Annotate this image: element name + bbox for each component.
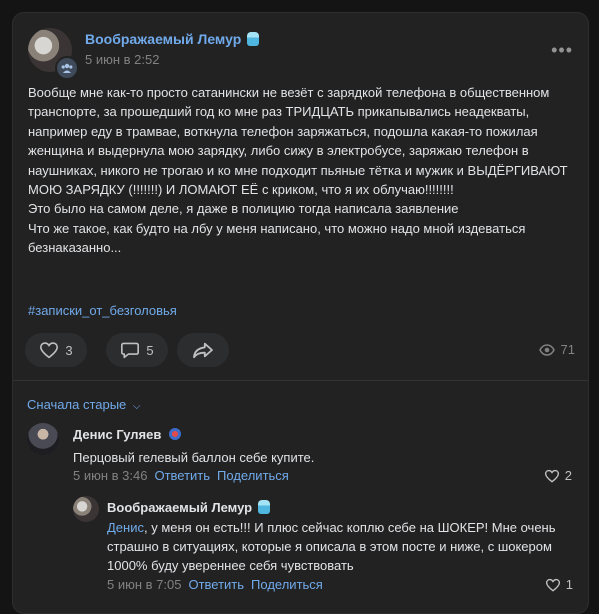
heart-icon	[545, 578, 560, 592]
eye-icon	[538, 343, 555, 356]
comment-author[interactable]: Воображаемый Лемур	[107, 500, 271, 515]
mention-link[interactable]: Денис	[107, 520, 144, 535]
heart-icon	[544, 469, 559, 483]
share-comment-button[interactable]: Поделиться	[251, 577, 323, 592]
comments-sort-dropdown[interactable]: Сначала старые ⌵	[27, 397, 141, 412]
share-comment-button[interactable]: Поделиться	[217, 468, 289, 483]
comment-author[interactable]: Денис Гуляев	[73, 427, 181, 442]
post-paragraph: Это было на самом деле, я даже в полицию…	[28, 201, 459, 217]
comment-icon	[121, 342, 140, 359]
heart-icon	[40, 342, 59, 359]
post-card: Воображаемый Лемур 5 июн в 2:52 ••• Вооб…	[12, 12, 589, 614]
comment-avatar[interactable]	[73, 496, 99, 522]
comment-like-count: 2	[564, 468, 572, 483]
emoji-status-icon	[258, 500, 271, 514]
reply-button[interactable]: Ответить	[188, 577, 244, 592]
comment-avatar[interactable]	[27, 423, 59, 455]
comment-text-body: , у меня он есть!!! И плюс сейчас коплю …	[107, 520, 556, 573]
post-header: Воображаемый Лемур 5 июн в 2:52 •••	[28, 28, 573, 80]
post-author[interactable]: Воображаемый Лемур	[85, 31, 260, 47]
comment-count: 5	[146, 342, 154, 358]
reply-button[interactable]: Ответить	[154, 468, 210, 483]
comment-author-name[interactable]: Денис Гуляев	[73, 427, 161, 442]
divider	[13, 380, 588, 381]
post-hashtag[interactable]: #записки_от_безголовья	[28, 303, 177, 318]
emoji-status-icon	[247, 32, 260, 46]
comment-button[interactable]: 5	[106, 333, 168, 367]
views-counter: 71	[538, 342, 575, 357]
like-button[interactable]: 3	[25, 333, 87, 367]
post-actions: 3 5 71	[25, 333, 575, 369]
like-count: 3	[65, 342, 73, 358]
share-icon	[193, 342, 213, 359]
post-paragraph: Вообще мне как-то просто сатанински не в…	[28, 85, 568, 198]
comment-date[interactable]: 5 июн в 7:05	[107, 577, 181, 592]
comment-like-count: 1	[565, 577, 573, 592]
more-options-icon[interactable]: •••	[551, 40, 573, 61]
comment-text: Денис, у меня он есть!!! И плюс сейчас к…	[107, 518, 562, 575]
comment-date[interactable]: 5 июн в 3:46	[73, 468, 147, 483]
emoji-status-icon	[168, 428, 181, 440]
post-text: Вообще мне как-то просто сатанински не в…	[28, 83, 573, 258]
chevron-down-icon: ⌵	[132, 401, 141, 412]
post-author-name[interactable]: Воображаемый Лемур	[85, 31, 241, 47]
post-paragraph: Что же такое, как будто на лбу у меня на…	[28, 220, 526, 256]
comment-reply: Воображаемый Лемур Денис, у меня он есть…	[73, 496, 573, 606]
comment-meta: 5 июн в 7:05 Ответить Поделиться	[107, 577, 323, 592]
comment: Денис Гуляев Перцовый гелевый баллон себ…	[27, 423, 572, 493]
comment-author-name[interactable]: Воображаемый Лемур	[107, 500, 252, 515]
views-count: 71	[560, 342, 575, 357]
sort-label[interactable]: Сначала старые	[27, 397, 126, 412]
comment-meta: 5 июн в 3:46 Ответить Поделиться	[73, 468, 289, 483]
comment-like-button[interactable]: 1	[545, 577, 573, 592]
share-button[interactable]	[177, 333, 229, 367]
group-badge-icon	[55, 56, 79, 80]
post-date[interactable]: 5 июн в 2:52	[85, 52, 159, 67]
comment-like-button[interactable]: 2	[544, 468, 572, 483]
comment-text: Перцовый гелевый баллон себе купите.	[73, 450, 315, 465]
